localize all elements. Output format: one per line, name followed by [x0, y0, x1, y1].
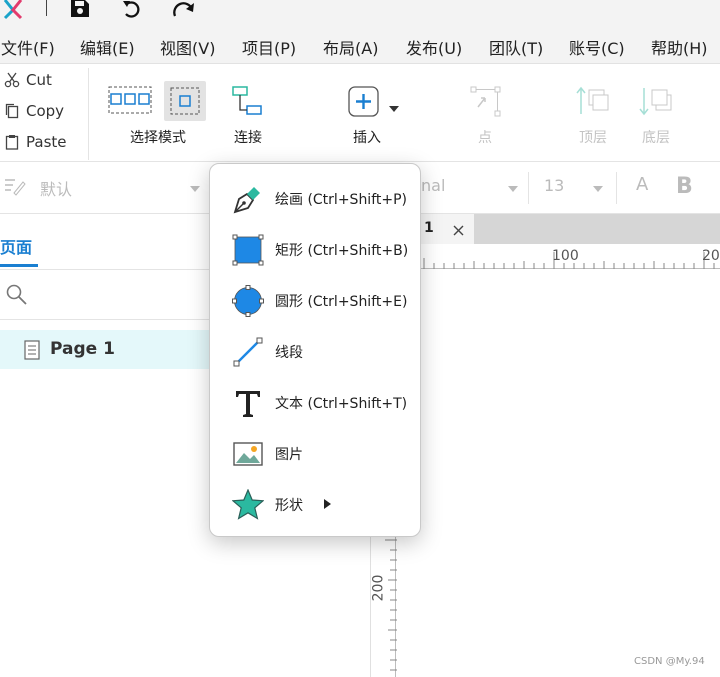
menu-project[interactable]: 项目(P) — [242, 35, 296, 59]
menu-item-label: 绘画 (Ctrl+Shift+P) — [275, 192, 408, 208]
close-icon[interactable] — [453, 225, 464, 236]
line-icon — [233, 337, 263, 367]
menu-publish[interactable]: 发布(U) — [406, 35, 462, 59]
select-single-button[interactable] — [164, 81, 206, 121]
menu-account[interactable]: 账号(C) — [569, 35, 625, 59]
menu-item-rectangle[interactable]: 矩形 (Ctrl+Shift+B) — [210, 226, 422, 272]
bring-to-front-button[interactable]: 顶层 — [570, 64, 616, 160]
watermark: CSDN @My.94 — [634, 656, 705, 667]
ruler-label: 20 — [702, 248, 720, 264]
ruler-label: 200 — [370, 574, 387, 602]
cut-label: Cut — [26, 71, 52, 89]
search-icon — [6, 284, 27, 305]
font-size-value[interactable]: 13 — [544, 176, 564, 195]
title-separator — [46, 0, 47, 16]
insert-dropdown-arrow-icon[interactable] — [389, 106, 399, 112]
ruler-label: 100 — [552, 248, 579, 264]
font-color-button[interactable]: A — [636, 174, 648, 195]
send-to-back-button[interactable]: 底层 — [633, 64, 679, 160]
font-select-value[interactable]: nal — [421, 176, 445, 195]
paste-button[interactable]: Paste — [0, 130, 88, 158]
insert-menu: 绘画 (Ctrl+Shift+P) 矩形 (Ctrl+Shift+B) 圆形 (… — [209, 163, 421, 537]
paste-label: Paste — [26, 133, 67, 151]
menu-item-label: 矩形 (Ctrl+Shift+B) — [275, 243, 409, 259]
document-tab-label: 1 — [424, 220, 434, 236]
submenu-arrow-icon — [324, 499, 331, 509]
menu-item-label: 文本 (Ctrl+Shift+T) — [275, 396, 408, 412]
style-select-value[interactable]: 默认 — [40, 176, 72, 200]
toolbar-divider — [88, 68, 89, 160]
connect-label: 连接 — [234, 130, 262, 146]
connect-button[interactable]: 连接 — [222, 64, 274, 160]
title-bar — [0, 0, 720, 30]
insert-button[interactable]: 插入 — [334, 64, 400, 160]
size-dropdown-arrow-icon[interactable] — [593, 186, 603, 192]
point-label: 点 — [478, 130, 492, 146]
menu-view[interactable]: 视图(V) — [160, 35, 215, 59]
menu-item-label: 圆形 (Ctrl+Shift+E) — [275, 294, 408, 310]
star-icon — [232, 489, 264, 520]
insert-plus-icon — [348, 86, 379, 117]
bold-button[interactable]: B — [676, 174, 693, 199]
page-search-field[interactable] — [0, 269, 210, 320]
menu-item-image[interactable]: 图片 — [210, 430, 422, 476]
menu-item-circle[interactable]: 圆形 (Ctrl+Shift+E) — [210, 277, 422, 323]
pen-icon — [233, 187, 260, 214]
circle-icon — [232, 285, 264, 317]
connector-icon — [232, 86, 262, 115]
send-to-back-icon — [639, 88, 672, 116]
tab-active-indicator — [0, 264, 38, 267]
rectangle-icon — [232, 234, 264, 266]
page-name: Page 1 — [50, 339, 115, 359]
text-icon — [236, 391, 260, 417]
scissors-icon — [4, 72, 20, 88]
pages-panel: 页面 Page 1 — [0, 214, 210, 677]
insert-label: 插入 — [353, 130, 381, 146]
menu-file[interactable]: 文件(F) — [1, 35, 55, 59]
menu-item-shapes[interactable]: 形状 — [210, 481, 422, 527]
cut-button[interactable]: Cut — [0, 68, 88, 96]
clipboard-icon — [5, 135, 19, 150]
format-divider — [616, 172, 617, 204]
redo-icon[interactable] — [172, 0, 196, 18]
style-edit-icon — [5, 179, 26, 196]
send-to-back-label: 底层 — [642, 130, 670, 146]
font-dropdown-arrow-icon[interactable] — [508, 186, 518, 192]
undo-icon[interactable] — [122, 0, 142, 18]
toolbar: Cut Copy Paste 选择模式 连接 插入 点 顶层 底层 — [0, 64, 720, 162]
point-icon — [470, 86, 501, 117]
select-mode-group: 选择模式 — [100, 64, 216, 160]
menu-item-label: 形状 — [275, 498, 303, 514]
page-list-item[interactable]: Page 1 — [0, 330, 210, 369]
image-icon — [233, 442, 263, 466]
menu-help[interactable]: 帮助(H) — [651, 35, 708, 59]
select-multiple-icon[interactable] — [108, 86, 152, 114]
point-button[interactable]: 点 — [462, 64, 508, 160]
menu-layout[interactable]: 布局(A) — [323, 35, 378, 59]
menu-team[interactable]: 团队(T) — [489, 35, 543, 59]
page-document-icon — [24, 340, 40, 360]
menu-item-draw[interactable]: 绘画 (Ctrl+Shift+P) — [210, 175, 422, 221]
menu-item-text[interactable]: 文本 (Ctrl+Shift+T) — [210, 379, 422, 425]
menu-bar: 文件(F) 编辑(E) 视图(V) 项目(P) 布局(A) 发布(U) 团队(T… — [0, 30, 720, 64]
menu-item-label: 图片 — [275, 447, 303, 463]
bring-to-front-icon — [576, 86, 609, 114]
menu-item-line[interactable]: 线段 — [210, 328, 422, 374]
select-single-icon — [170, 87, 200, 115]
tab-pages[interactable]: 页面 — [0, 234, 32, 258]
style-dropdown-arrow-icon[interactable] — [190, 186, 200, 192]
copy-label: Copy — [26, 102, 65, 120]
copy-icon — [5, 103, 19, 119]
copy-button[interactable]: Copy — [0, 99, 88, 127]
menu-item-label: 线段 — [275, 345, 303, 361]
menu-edit[interactable]: 编辑(E) — [80, 35, 135, 59]
select-mode-label: 选择模式 — [130, 130, 186, 146]
format-divider — [528, 172, 529, 204]
app-logo-icon — [3, 0, 23, 20]
bring-to-front-label: 顶层 — [579, 130, 607, 146]
save-icon[interactable] — [70, 0, 90, 18]
